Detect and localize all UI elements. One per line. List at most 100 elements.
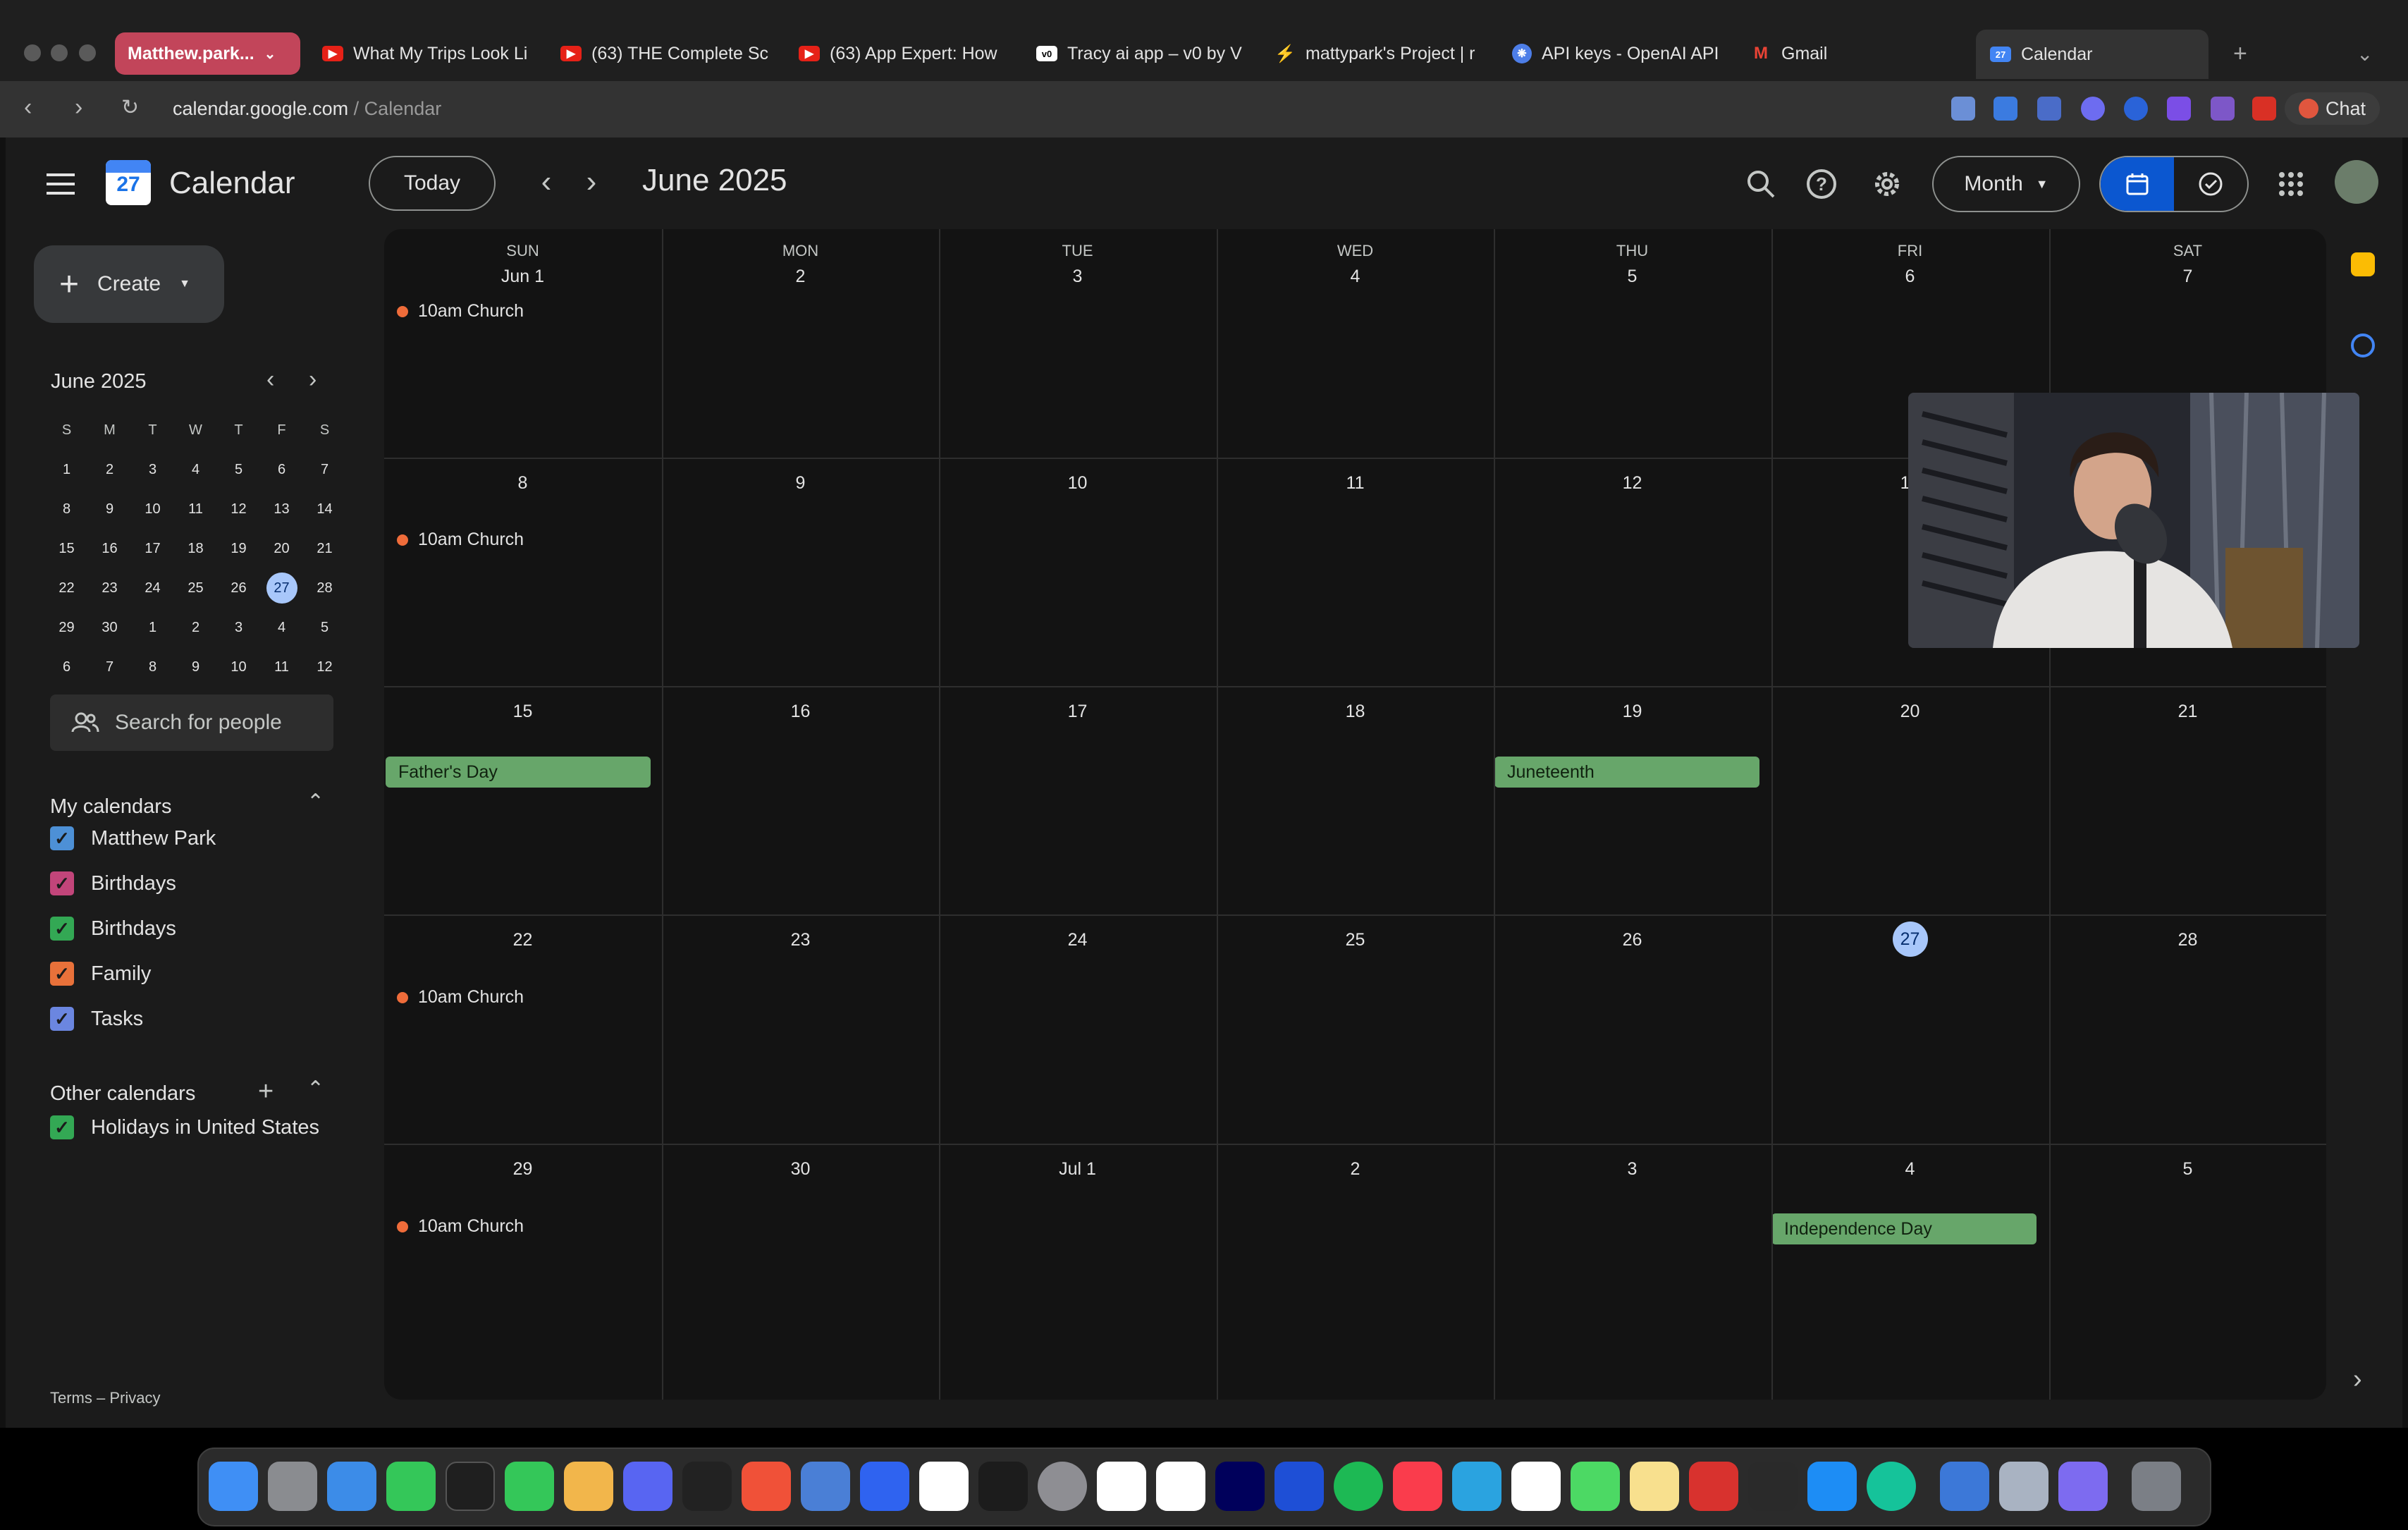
- url-field[interactable]: calendar.google.com / Calendar: [173, 98, 441, 120]
- day-number[interactable]: 20: [1771, 702, 2048, 722]
- keep-icon[interactable]: [2351, 252, 2375, 276]
- extension-icon[interactable]: [2167, 97, 2191, 121]
- mini-day[interactable]: 7: [303, 450, 346, 489]
- mini-day[interactable]: 8: [131, 647, 174, 687]
- extension-icon[interactable]: [2124, 97, 2148, 121]
- google-apps-grid-icon[interactable]: [2273, 166, 2309, 202]
- mini-day[interactable]: 4: [174, 450, 217, 489]
- checkbox-check-icon[interactable]: ✓: [50, 871, 74, 895]
- search-icon[interactable]: [1743, 166, 1779, 202]
- day-number[interactable]: 21: [2049, 702, 2326, 722]
- back-icon[interactable]: ‹: [24, 94, 32, 121]
- all-day-event[interactable]: Father's Day: [386, 757, 651, 788]
- chat-button[interactable]: Chat: [2284, 92, 2380, 125]
- day-number[interactable]: Jul 1: [939, 1159, 1216, 1180]
- day-number[interactable]: 17: [939, 702, 1216, 722]
- event-chip[interactable]: 10am Church: [397, 1216, 524, 1237]
- calendar-view-toggle[interactable]: [2101, 157, 2174, 211]
- facetime-icon[interactable]: [386, 1462, 436, 1511]
- youtube-extension-icon[interactable]: [2252, 97, 2276, 121]
- day-number[interactable]: 4: [1771, 1159, 2048, 1180]
- calendar-app-icon[interactable]: [1097, 1462, 1146, 1511]
- day-number[interactable]: 5: [1494, 267, 1771, 287]
- tab-v0[interactable]: v0 Tracy ai app – v0 by V: [1036, 32, 1248, 75]
- tab-app-expert[interactable]: ▶ (63) App Expert: How: [799, 32, 1010, 75]
- event-chip[interactable]: 10am Church: [397, 530, 524, 550]
- mini-prev-chevron-icon[interactable]: ‹: [266, 366, 274, 393]
- day-number[interactable]: 27: [1771, 922, 2048, 957]
- cursor-icon[interactable]: [682, 1462, 732, 1511]
- mini-day[interactable]: 15: [45, 529, 88, 568]
- find-my-icon[interactable]: [1571, 1462, 1620, 1511]
- mini-day[interactable]: 12: [217, 489, 260, 529]
- puzzle-extension-icon[interactable]: [2211, 97, 2235, 121]
- reload-icon[interactable]: ↻: [121, 95, 139, 120]
- profile-tab[interactable]: Matthew.park... ⌄: [115, 32, 300, 75]
- mini-day[interactable]: 4: [260, 608, 303, 647]
- mini-day[interactable]: 9: [88, 489, 131, 529]
- terms-link[interactable]: Terms: [50, 1389, 92, 1407]
- day-number[interactable]: 23: [662, 930, 939, 950]
- tab-calendar[interactable]: 27 Calendar: [1976, 30, 2209, 79]
- checkbox-check-icon[interactable]: ✓: [50, 962, 74, 986]
- mini-day[interactable]: 7: [88, 647, 131, 687]
- app-store-icon[interactable]: [1807, 1462, 1857, 1511]
- mini-day[interactable]: 13: [260, 489, 303, 529]
- event-chip[interactable]: 10am Church: [397, 987, 524, 1008]
- trash-icon[interactable]: [2132, 1462, 2181, 1511]
- view-selector-button[interactable]: Month ▼: [1932, 156, 2080, 212]
- tasks-icon[interactable]: [2351, 333, 2375, 357]
- notes-icon[interactable]: [1630, 1462, 1679, 1511]
- day-number[interactable]: 7: [2049, 267, 2326, 287]
- tab-list-chevron-icon[interactable]: ⌄: [2357, 32, 2373, 75]
- add-calendar-plus-icon[interactable]: +: [258, 1077, 274, 1107]
- system-settings-icon[interactable]: [1038, 1462, 1087, 1511]
- close-window-button[interactable]: [24, 44, 41, 61]
- day-number[interactable]: 29: [384, 1159, 661, 1180]
- mini-day[interactable]: 2: [174, 608, 217, 647]
- messages-icon[interactable]: [505, 1462, 554, 1511]
- spotify-icon[interactable]: [1334, 1462, 1383, 1511]
- mini-day[interactable]: 20: [260, 529, 303, 568]
- checkbox-check-icon[interactable]: ✓: [50, 826, 74, 850]
- zoom-window-button[interactable]: [79, 44, 96, 61]
- minimize-window-button[interactable]: [51, 44, 68, 61]
- mini-day[interactable]: 12: [303, 647, 346, 687]
- mini-day[interactable]: 22: [45, 568, 88, 608]
- day-number[interactable]: 11: [1217, 473, 1494, 494]
- mini-day[interactable]: 25: [174, 568, 217, 608]
- main-menu-icon[interactable]: [42, 166, 79, 202]
- calendar-item[interactable]: ✓ Holidays in United States: [50, 1115, 319, 1139]
- help-icon[interactable]: ?: [1803, 166, 1840, 202]
- day-number[interactable]: 3: [939, 267, 1216, 287]
- telegram-icon[interactable]: [1452, 1462, 1501, 1511]
- day-number[interactable]: 8: [384, 473, 661, 494]
- app-icon[interactable]: [2058, 1462, 2108, 1511]
- weather-icon[interactable]: [327, 1462, 376, 1511]
- day-number[interactable]: 15: [384, 702, 661, 722]
- privacy-link[interactable]: Privacy: [109, 1389, 160, 1407]
- mini-day[interactable]: 5: [303, 608, 346, 647]
- mini-day[interactable]: 5: [217, 450, 260, 489]
- mini-day[interactable]: 6: [45, 647, 88, 687]
- mini-day[interactable]: 17: [131, 529, 174, 568]
- day-number[interactable]: 2: [662, 267, 939, 287]
- day-number[interactable]: 9: [662, 473, 939, 494]
- mini-day[interactable]: 1: [131, 608, 174, 647]
- calendar-item[interactable]: ✓ Family: [50, 962, 151, 986]
- mini-day[interactable]: 3: [131, 450, 174, 489]
- mini-day[interactable]: 3: [217, 608, 260, 647]
- mini-day[interactable]: 16: [88, 529, 131, 568]
- stats-icon[interactable]: [1748, 1462, 1798, 1511]
- mini-day[interactable]: 11: [174, 489, 217, 529]
- day-number[interactable]: 6: [1771, 267, 2048, 287]
- new-tab-plus-icon[interactable]: +: [2233, 32, 2247, 75]
- mini-day[interactable]: 26: [217, 568, 260, 608]
- day-number[interactable]: 25: [1217, 930, 1494, 950]
- mini-next-chevron-icon[interactable]: ›: [309, 366, 317, 393]
- extension-icon[interactable]: [2081, 97, 2105, 121]
- calendar-item[interactable]: ✓ Birthdays: [50, 917, 176, 941]
- mini-day[interactable]: 24: [131, 568, 174, 608]
- day-number[interactable]: 12: [1494, 473, 1771, 494]
- checkbox-check-icon[interactable]: ✓: [50, 1007, 74, 1031]
